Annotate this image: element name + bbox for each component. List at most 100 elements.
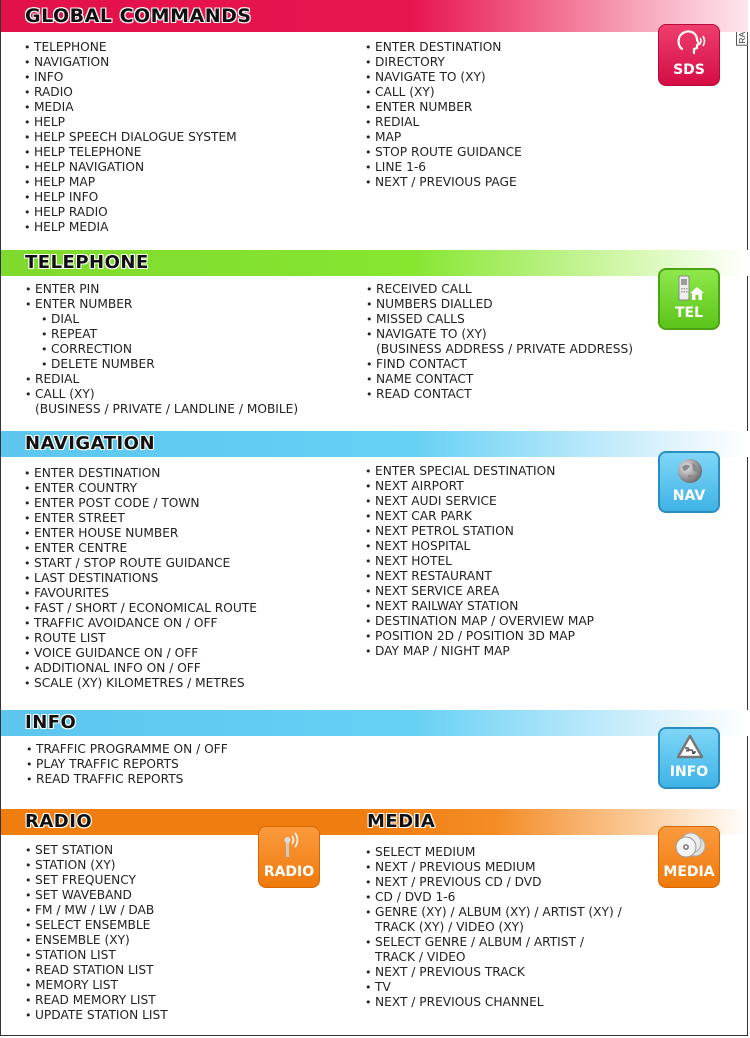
command-item: SELECT ENSEMBLE: [25, 918, 168, 933]
command-item: ENTER PIN: [25, 282, 298, 297]
command-item: REDIAL: [365, 115, 522, 130]
command-item: ENTER NUMBER: [25, 297, 298, 312]
sub-command-item: CORRECTION: [25, 342, 298, 357]
section-header-telephone: TELEPHONE: [1, 250, 748, 276]
section-title-telephone: TELEPHONE: [25, 252, 149, 273]
command-item: SELECT GENRE / ALBUM / ARTIST /TRACK / V…: [365, 935, 622, 965]
command-continuation: (BUSINESS / PRIVATE / LANDLINE / MOBILE): [35, 402, 299, 416]
mobile-phone-home-icon: [678, 275, 704, 301]
command-text: NEXT RESTAURANT: [375, 569, 492, 583]
section-header-global: GLOBAL COMMANDS: [1, 0, 748, 32]
command-text: HELP TELEPHONE: [34, 145, 142, 159]
command-text: SET STATION: [35, 843, 114, 857]
command-item: NEXT / PREVIOUS PAGE: [365, 175, 522, 190]
command-item: NEXT / PREVIOUS MEDIUM: [365, 860, 622, 875]
command-text: NEXT PETROL STATION: [375, 524, 514, 538]
command-item: NUMBERS DIALLED: [366, 297, 633, 312]
section-title-info: INFO: [25, 712, 77, 733]
command-item: RADIO: [24, 85, 237, 100]
command-item: ENTER NUMBER: [365, 100, 522, 115]
command-text: POSITION 2D / POSITION 3D MAP: [375, 629, 575, 643]
command-text: START / STOP ROUTE GUIDANCE: [34, 556, 231, 570]
command-item: HELP: [24, 115, 237, 130]
command-item: NEXT HOTEL: [365, 554, 594, 569]
command-text: ENTER STREET: [34, 511, 125, 525]
command-continuation: (BUSINESS ADDRESS / PRIVATE ADDRESS): [376, 342, 634, 356]
command-item: READ CONTACT: [366, 387, 633, 402]
command-text: LAST DESTINATIONS: [34, 571, 159, 585]
command-text: NEXT / PREVIOUS CD / DVD: [375, 875, 542, 889]
speaking-head-icon: [677, 30, 706, 55]
command-text: SET WAVEBAND: [35, 888, 132, 902]
command-text: HELP: [34, 115, 66, 129]
command-item: READ STATION LIST: [25, 963, 168, 978]
command-item: HELP SPEECH DIALOGUE SYSTEM: [24, 130, 237, 145]
command-item: SCALE (XY) KILOMETRES / METRES: [24, 676, 257, 691]
command-item: TRAFFIC PROGRAMME ON / OFF: [26, 742, 228, 757]
command-item: ENTER SPECIAL DESTINATION: [365, 464, 594, 479]
command-text: FIND CONTACT: [376, 357, 467, 371]
command-item: START / STOP ROUTE GUIDANCE: [24, 556, 257, 571]
command-text: NAME CONTACT: [376, 372, 474, 386]
command-item: HELP MAP: [24, 175, 237, 190]
command-text: REDIAL: [35, 372, 80, 386]
command-text: CD / DVD 1-6: [375, 890, 456, 904]
tel-label: TEL: [674, 305, 704, 321]
command-item: FAVOURITES: [24, 586, 257, 601]
command-text: TELEPHONE: [34, 40, 107, 54]
command-text: HELP RADIO: [34, 205, 108, 219]
discs-icon: [675, 832, 706, 858]
command-text: DIAL: [51, 312, 80, 326]
command-item: SET FREQUENCY: [25, 873, 168, 888]
command-text: FAST / SHORT / ECONOMICAL ROUTE: [34, 601, 257, 615]
command-item: ENTER HOUSE NUMBER: [24, 526, 257, 541]
command-item: TELEPHONE: [24, 40, 237, 55]
command-text: FAVOURITES: [34, 586, 110, 600]
command-item: NAME CONTACT: [366, 372, 633, 387]
command-item: NEXT PETROL STATION: [365, 524, 594, 539]
command-text: GENRE (XY) / ALBUM (XY) / ARTIST (XY) /: [375, 905, 622, 919]
command-item: ENSEMBLE (XY): [25, 933, 168, 948]
command-item: NEXT / PREVIOUS CHANNEL: [365, 995, 622, 1010]
command-item: TV: [365, 980, 622, 995]
section-title-radio: RADIO: [25, 811, 93, 832]
command-text: DELETE NUMBER: [51, 357, 155, 371]
nav-label: NAV: [672, 488, 706, 504]
command-item: PLAY TRAFFIC REPORTS: [26, 757, 228, 772]
command-text: TRAFFIC AVOIDANCE ON / OFF: [34, 616, 218, 630]
command-item: DESTINATION MAP / OVERVIEW MAP: [365, 614, 594, 629]
radio-label: RADIO: [263, 864, 315, 880]
command-item: ENTER POST CODE / TOWN: [24, 496, 257, 511]
command-item: READ MEMORY LIST: [25, 993, 168, 1008]
antenna-icon: [284, 832, 299, 857]
command-text: ENSEMBLE (XY): [35, 933, 130, 947]
command-item: TRAFFIC AVOIDANCE ON / OFF: [24, 616, 257, 631]
command-text: NAVIGATE TO (XY): [375, 70, 486, 84]
command-text: HELP MAP: [34, 175, 96, 189]
command-item: NEXT / PREVIOUS CD / DVD: [365, 875, 622, 890]
info-tile: INFO: [658, 727, 720, 789]
command-text: MEDIA: [34, 100, 74, 114]
command-text: ENTER NUMBER: [375, 100, 473, 114]
command-text: NEXT CAR PARK: [375, 509, 472, 523]
telephone-commands-left: ENTER PINENTER NUMBERDIALREPEATCORRECTIO…: [25, 282, 298, 417]
command-item: MISSED CALLS: [366, 312, 633, 327]
command-text: NEXT AIRPORT: [375, 479, 464, 493]
command-text: HELP NAVIGATION: [34, 160, 145, 174]
tel-tile: TEL: [658, 268, 720, 330]
command-text: VOICE GUIDANCE ON / OFF: [34, 646, 199, 660]
command-text: REPEAT: [51, 327, 98, 341]
command-text: NAVIGATE TO (XY): [376, 327, 487, 341]
sds-label: SDS: [673, 62, 705, 78]
command-item: HELP INFO: [24, 190, 237, 205]
command-item: INFO: [24, 70, 237, 85]
command-item: NEXT CAR PARK: [365, 509, 594, 524]
command-text: RECEIVED CALL: [376, 282, 472, 296]
radio-tile: RADIO: [258, 826, 320, 888]
command-text: ADDITIONAL INFO ON / OFF: [34, 661, 201, 675]
command-item: NEXT SERVICE AREA: [365, 584, 594, 599]
command-item: FAST / SHORT / ECONOMICAL ROUTE: [24, 601, 257, 616]
command-text: STATION LIST: [35, 948, 116, 962]
navigation-commands-left: ENTER DESTINATIONENTER COUNTRYENTER POST…: [24, 466, 257, 691]
command-item: HELP TELEPHONE: [24, 145, 237, 160]
